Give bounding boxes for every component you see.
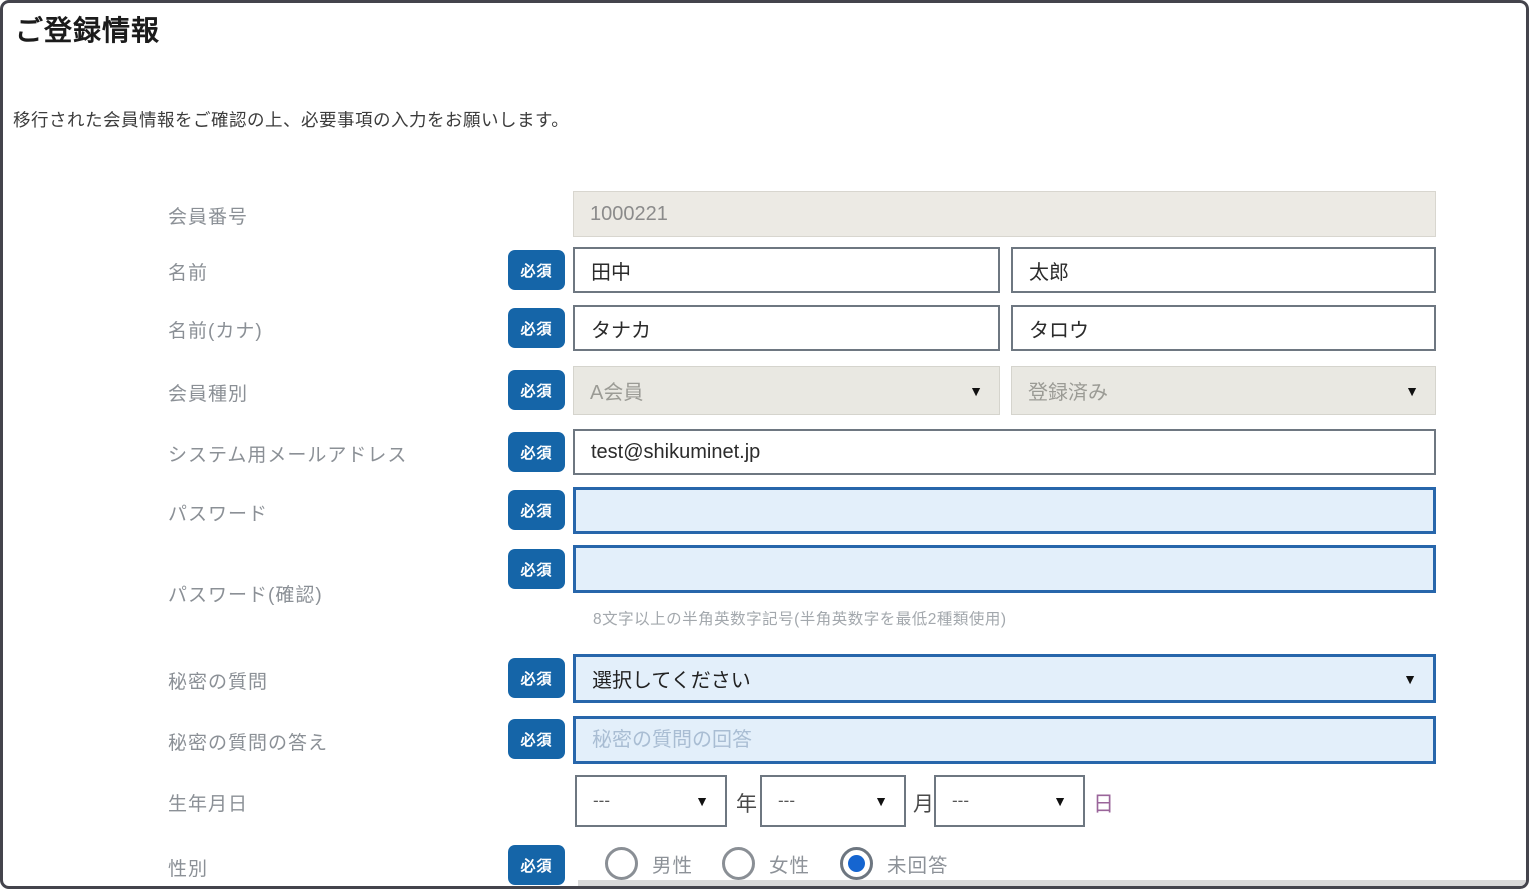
password-label: パスワード [168, 499, 268, 526]
next-field-cutoff [578, 880, 1526, 886]
member-type-select-value: A会員 [590, 376, 643, 405]
caret-down-icon: ▼ [1405, 383, 1419, 399]
member-number-input [573, 191, 1436, 237]
birth-year-select[interactable]: --- ▼ [575, 775, 727, 827]
required-badge: 必須 [508, 308, 565, 348]
gender-radio-noanswer-label: 未回答 [887, 849, 949, 878]
birthdate-label: 生年月日 [168, 789, 248, 816]
registration-form-page: ご登録情報 移行された会員情報をご確認の上、必要事項の入力をお願いします。 会員… [0, 0, 1529, 889]
page-description: 移行された会員情報をご確認の上、必要事項の入力をお願いします。 [13, 107, 569, 132]
caret-down-icon: ▼ [1403, 671, 1417, 687]
birth-year-select-value: --- [593, 791, 610, 811]
required-badge: 必須 [508, 549, 565, 589]
gender-radio-male[interactable]: 男性 [605, 847, 693, 880]
day-suffix-label: 日 [1093, 788, 1114, 818]
password-rule-hint: 8文字以上の半角英数字記号(半角英数字を最低2種類使用) [593, 607, 1007, 629]
month-suffix-label: 月 [913, 788, 934, 818]
caret-down-icon: ▼ [1053, 793, 1067, 809]
required-badge: 必須 [508, 370, 565, 410]
password-confirm-input[interactable] [573, 545, 1436, 593]
system-email-label: システム用メールアドレス [168, 440, 407, 467]
member-status-select: 登録済み ▼ [1011, 366, 1436, 415]
gender-radio-noanswer[interactable]: 未回答 [840, 847, 949, 880]
member-status-select-value: 登録済み [1028, 376, 1108, 405]
first-name-kana-input[interactable] [1011, 305, 1436, 351]
first-name-input[interactable] [1011, 247, 1436, 293]
required-badge: 必須 [508, 658, 565, 698]
caret-down-icon: ▼ [874, 793, 888, 809]
year-suffix-label: 年 [736, 788, 757, 818]
radio-circle-icon [605, 847, 638, 880]
birth-month-select[interactable]: --- ▼ [760, 775, 906, 827]
last-name-kana-input[interactable] [573, 305, 1000, 351]
secret-question-label: 秘密の質問 [168, 667, 268, 694]
name-label: 名前 [168, 258, 208, 285]
birth-day-select[interactable]: --- ▼ [934, 775, 1085, 827]
gender-radio-female-label: 女性 [769, 849, 810, 878]
secret-question-select[interactable]: 選択してください ▼ [573, 654, 1436, 703]
member-type-label: 会員種別 [168, 379, 248, 406]
gender-label: 性別 [168, 854, 208, 881]
radio-circle-icon [840, 847, 873, 880]
required-badge: 必須 [508, 845, 565, 885]
birth-day-select-value: --- [952, 791, 969, 811]
secret-answer-label: 秘密の質問の答え [168, 728, 328, 755]
gender-radio-male-label: 男性 [652, 849, 693, 878]
member-number-label: 会員番号 [168, 202, 248, 229]
required-badge: 必須 [508, 719, 565, 759]
name-kana-label: 名前(カナ) [168, 316, 263, 343]
caret-down-icon: ▼ [695, 793, 709, 809]
secret-question-select-value: 選択してください [592, 664, 751, 693]
required-badge: 必須 [508, 490, 565, 530]
system-email-input[interactable] [573, 429, 1436, 475]
password-confirm-label: パスワード(確認) [168, 580, 323, 607]
caret-down-icon: ▼ [969, 383, 983, 399]
gender-radio-female[interactable]: 女性 [722, 847, 810, 880]
secret-answer-input[interactable] [573, 716, 1436, 764]
last-name-input[interactable] [573, 247, 1000, 293]
birth-month-select-value: --- [778, 791, 795, 811]
required-badge: 必須 [508, 432, 565, 472]
radio-circle-icon [722, 847, 755, 880]
member-type-select: A会員 ▼ [573, 366, 1000, 415]
required-badge: 必須 [508, 250, 565, 290]
page-title: ご登録情報 [15, 9, 160, 49]
password-input[interactable] [573, 487, 1436, 534]
